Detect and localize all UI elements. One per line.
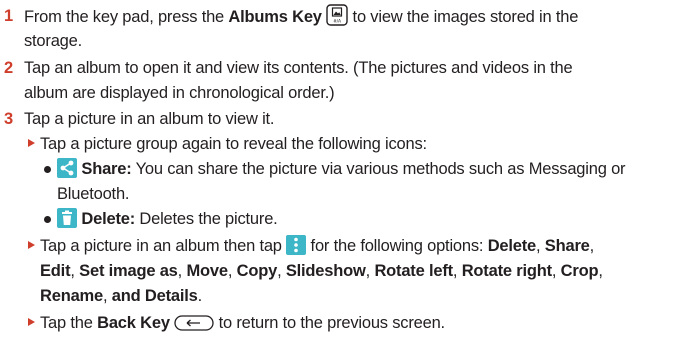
- step-number: 2: [4, 59, 13, 77]
- manual-page: 1 From the key pad, press the Albums Key…: [0, 0, 694, 364]
- option-and-details: and Details: [111, 287, 198, 305]
- triangle-bullet-icon: [28, 318, 35, 326]
- option-rotate-right: Rotate right: [461, 262, 552, 280]
- option-delete: Delete: [487, 237, 537, 255]
- option-crop: Crop: [560, 262, 599, 280]
- option-set-image-as: Set image as: [79, 262, 178, 280]
- step-number: 1: [4, 7, 13, 25]
- option-move: Move: [186, 262, 228, 280]
- albums-key-icon: #/A: [326, 4, 348, 34]
- albums-key-label: Albums Key: [228, 8, 322, 26]
- reveal-text: Tap a picture group again to reveal the …: [40, 135, 427, 153]
- triangle-bullet-icon: [28, 241, 35, 249]
- options-line-2: Edit, Set image as, Move, Copy, Slidesho…: [40, 262, 603, 280]
- share-line-2: Bluetooth.: [57, 185, 130, 203]
- trash-icon: [57, 208, 77, 236]
- option-copy: Copy: [236, 262, 278, 280]
- triangle-bullet-icon: [28, 139, 35, 147]
- option-rename: Rename: [40, 287, 103, 305]
- option-share: Share: [544, 237, 590, 255]
- share-line-1: Share: You can share the picture via var…: [57, 157, 626, 186]
- step-2-line-1: Tap an album to open it and view its con…: [24, 59, 573, 77]
- bullet-dot-icon: [44, 216, 51, 223]
- step-2-line-2: album are displayed in chronological ord…: [24, 84, 335, 102]
- back-key-label: Back Key: [97, 314, 170, 332]
- delete-label: Delete:: [81, 210, 136, 228]
- options-line-3: Rename, and Details.: [40, 287, 202, 305]
- svg-text:#/A: #/A: [333, 19, 342, 25]
- option-edit: Edit: [40, 262, 71, 280]
- back-line: Tap the Back Key to return to the previo…: [40, 311, 445, 340]
- back-key-icon: [174, 314, 214, 340]
- step-3-line-1: Tap a picture in an album to view it.: [24, 110, 275, 128]
- share-label: Share:: [81, 160, 132, 178]
- option-slideshow: Slideshow: [285, 262, 366, 280]
- delete-line: Delete: Deletes the picture.: [57, 207, 278, 236]
- step-1-line-2: storage.: [24, 32, 83, 50]
- option-rotate-left: Rotate left: [374, 262, 453, 280]
- step-number: 3: [4, 110, 13, 128]
- step-1-line-1: From the key pad, press the Albums Key #…: [24, 4, 578, 34]
- bullet-dot-icon: [44, 166, 51, 173]
